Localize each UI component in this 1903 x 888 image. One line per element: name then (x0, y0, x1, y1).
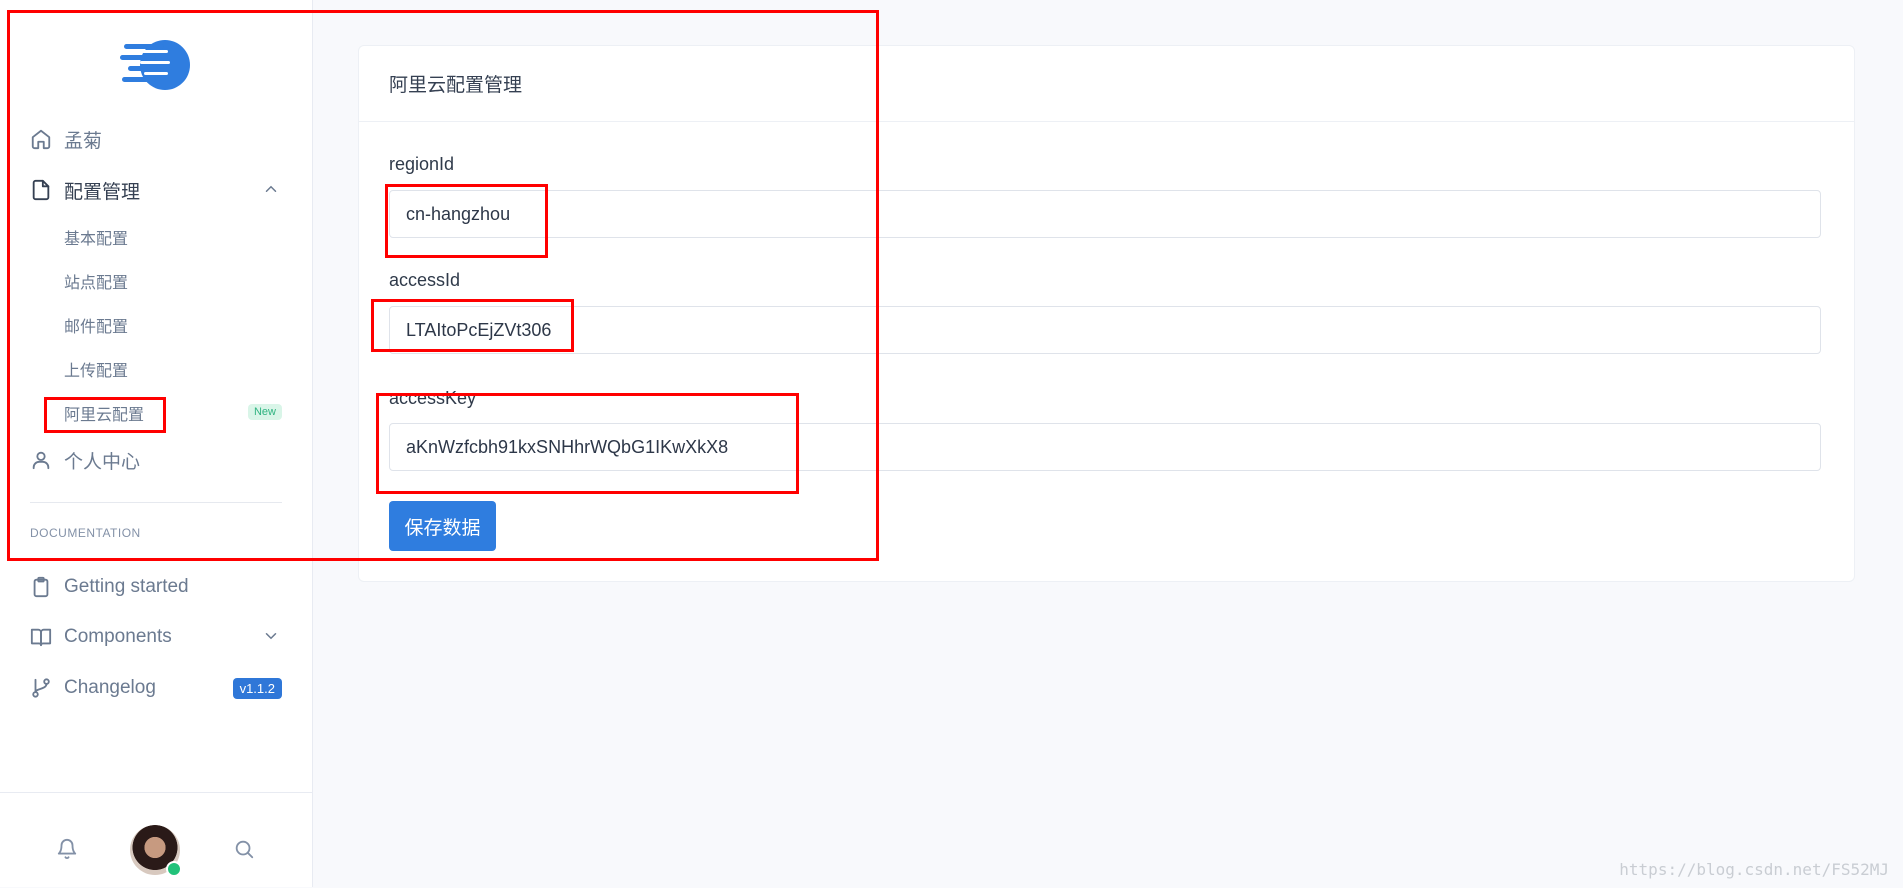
clipboard-icon (30, 576, 52, 598)
sidebar-item-label: Changelog (64, 677, 156, 698)
file-icon (30, 179, 52, 201)
sidebar-item-home[interactable]: 孟菊 (30, 119, 282, 159)
chevron-down-icon[interactable] (262, 627, 280, 645)
sidebar-subitem-upload[interactable]: 上传配置 (64, 354, 282, 384)
sidebar-divider (30, 502, 282, 503)
sidebar-subitem-label: 基本配置 (64, 231, 129, 248)
sidebar-subitem-label: 阿里云配置 (64, 407, 145, 424)
search-icon[interactable] (233, 838, 255, 860)
sidebar-item-changelog[interactable]: Changelog v1.1.2 (30, 668, 282, 708)
sidebar-item-profile[interactable]: 个人中心 (30, 440, 282, 480)
watermark: https://blog.csdn.net/FS52MJ (1619, 860, 1889, 879)
sidebar-item-label: 孟菊 (64, 130, 103, 152)
git-branch-icon (30, 677, 52, 699)
card-title: 阿里云配置管理 (359, 46, 1854, 122)
sidebar-subitem-mail[interactable]: 邮件配置 (64, 310, 282, 340)
sidebar-subitem-label: 上传配置 (64, 363, 129, 380)
sidebar-subitem-label: 站点配置 (64, 275, 129, 292)
access-id-label: accessId (389, 270, 461, 290)
region-id-input[interactable] (389, 190, 1821, 238)
sidebar-item-label: 配置管理 (64, 181, 141, 203)
sidebar-footer (0, 792, 312, 888)
user-icon (30, 449, 52, 471)
home-icon (30, 128, 52, 150)
chevron-up-icon[interactable] (262, 180, 280, 198)
save-button[interactable]: 保存数据 (389, 501, 496, 551)
sidebar-subitem-basic[interactable]: 基本配置 (64, 222, 282, 252)
sidebar: 孟菊 配置管理 基本配置 站点配置 邮件配置 上传配置 阿里云配置 New 个人… (0, 0, 313, 887)
sidebar-item-label: Getting started (64, 576, 189, 597)
online-status-dot (166, 861, 182, 877)
sidebar-subitem-aliyun[interactable]: 阿里云配置 New (64, 398, 282, 428)
access-id-input[interactable] (389, 306, 1821, 354)
sidebar-item-config[interactable]: 配置管理 (30, 170, 282, 210)
brand-logo-icon[interactable] (120, 38, 192, 92)
sidebar-item-getting-started[interactable]: Getting started (30, 567, 282, 607)
sidebar-item-label: 个人中心 (64, 451, 141, 473)
sidebar-subitem-site[interactable]: 站点配置 (64, 266, 282, 296)
version-badge: v1.1.2 (232, 678, 282, 699)
aliyun-config-card: 阿里云配置管理 regionId accessId accessKey 保存数据 (358, 45, 1855, 582)
documentation-section-label: DOCUMENTATION (30, 526, 141, 540)
new-badge: New (247, 404, 282, 420)
sidebar-item-label: Components (64, 626, 172, 647)
sidebar-item-components[interactable]: Components (30, 617, 282, 657)
access-key-input[interactable] (389, 423, 1821, 471)
region-id-label: regionId (389, 154, 455, 174)
access-key-label: accessKey (389, 388, 477, 408)
bell-icon[interactable] (56, 838, 78, 860)
book-icon (30, 626, 52, 648)
sidebar-subitem-label: 邮件配置 (64, 319, 129, 336)
